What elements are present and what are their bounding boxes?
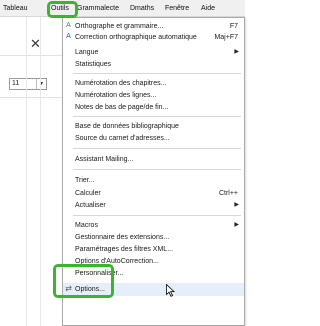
chevron-down-icon[interactable]: ▾ — [36, 79, 46, 89]
menu-item-label: Correction orthographique automatique — [75, 34, 197, 41]
menu-item-filtres-xml[interactable]: Paramétrages des filtres XML... — [63, 244, 244, 255]
menu-item-macros[interactable]: Macros ▶ — [63, 220, 244, 231]
menu-item-label: Numérotation des lignes... — [75, 92, 157, 99]
menu-separator — [73, 148, 241, 149]
menu-item-label: Base de données bibliographique — [75, 123, 179, 130]
menu-item-label: Assistant Mailing... — [75, 156, 134, 163]
menu-item-label: Orthographe et grammaire... — [75, 23, 164, 30]
menu-item-label: Source du carnet d'adresses... — [75, 135, 170, 142]
menu-item-label: Notes de bas de page/de fin... — [75, 104, 169, 111]
menu-item-statistiques[interactable]: Statistiques — [63, 59, 244, 70]
menu-item-extensions[interactable]: Gestionnaire des extensions... — [63, 232, 244, 243]
menu-fenetre[interactable]: Fenêtre — [165, 4, 189, 14]
menu-item-mailing[interactable]: Assistant Mailing... — [63, 154, 244, 165]
menu-item-numerotation-lignes[interactable]: Numérotation des lignes... — [63, 90, 244, 101]
ruler-line — [40, 17, 41, 326]
menu-separator — [73, 215, 241, 216]
menu-item-label: Macros — [75, 222, 98, 229]
menu-item-label: Langue — [75, 49, 99, 56]
highlight-frame-options — [53, 264, 114, 298]
menu-separator — [73, 73, 241, 74]
submenu-arrow-icon: ▶ — [234, 222, 239, 228]
submenu-arrow-icon: ▶ — [234, 49, 239, 55]
menu-item-label: Statistiques — [75, 61, 112, 68]
highlight-frame-outils — [47, 1, 78, 18]
menu-item-calculer[interactable]: Calculer Ctrl++ — [63, 188, 244, 199]
menu-grammalecte[interactable]: Grammalecte — [77, 4, 119, 14]
menu-item-base-donnees[interactable]: Base de données bibliographique — [63, 121, 244, 132]
auto-spellcheck-icon: A — [66, 33, 71, 40]
menu-item-carnet-adresses[interactable]: Source du carnet d'adresses... — [63, 133, 244, 144]
font-size-value: 11 — [12, 80, 20, 87]
menu-item-label: Gestionnaire des extensions... — [75, 234, 170, 241]
menu-item-notes[interactable]: Notes de bas de page/de fin... — [63, 102, 244, 113]
menu-item-shortcut: F7 — [229, 23, 238, 30]
toolbar-divider — [0, 55, 66, 56]
menu-item-actualiser[interactable]: Actualiser ▶ — [63, 200, 244, 211]
mouse-cursor-icon — [166, 284, 175, 297]
menu-item-numerotation-chapitres[interactable]: Numérotation des chapitres... — [63, 78, 244, 89]
menu-item-label: Paramétrages des filtres XML... — [75, 246, 174, 253]
menu-separator — [73, 116, 241, 117]
menu-dmaths[interactable]: Dmaths — [130, 4, 154, 14]
menu-item-langue[interactable]: Langue ▶ — [63, 47, 244, 58]
menu-aide[interactable]: Aide — [201, 4, 215, 14]
font-size-select[interactable]: 11 ▾ — [9, 78, 47, 90]
menu-separator — [73, 169, 241, 170]
spellcheck-icon: A — [66, 22, 71, 29]
menu-item-label: Trier... — [75, 177, 95, 184]
menu-item-label: Actualiser — [75, 202, 106, 209]
menu-item-trier[interactable]: Trier... — [63, 175, 244, 186]
toolbar-divider — [0, 97, 66, 98]
submenu-arrow-icon: ▶ — [234, 202, 239, 208]
menu-tableau[interactable]: Tableau — [3, 4, 28, 14]
menu-item-shortcut: Maj+F7 — [214, 34, 238, 41]
menu-item-shortcut: Ctrl++ — [218, 190, 238, 197]
menu-item-label: Calculer — [75, 190, 101, 197]
menu-item-correction-auto[interactable]: A Correction orthographique automatique … — [63, 32, 244, 43]
ruler-line — [26, 17, 27, 326]
menu-item-label: Numérotation des chapitres... — [75, 80, 167, 87]
menubar: Tableau Outils Grammalecte Dmaths Fenêtr… — [0, 0, 245, 17]
menu-item-orthographe[interactable]: A Orthographe et grammaire... F7 — [63, 21, 244, 32]
